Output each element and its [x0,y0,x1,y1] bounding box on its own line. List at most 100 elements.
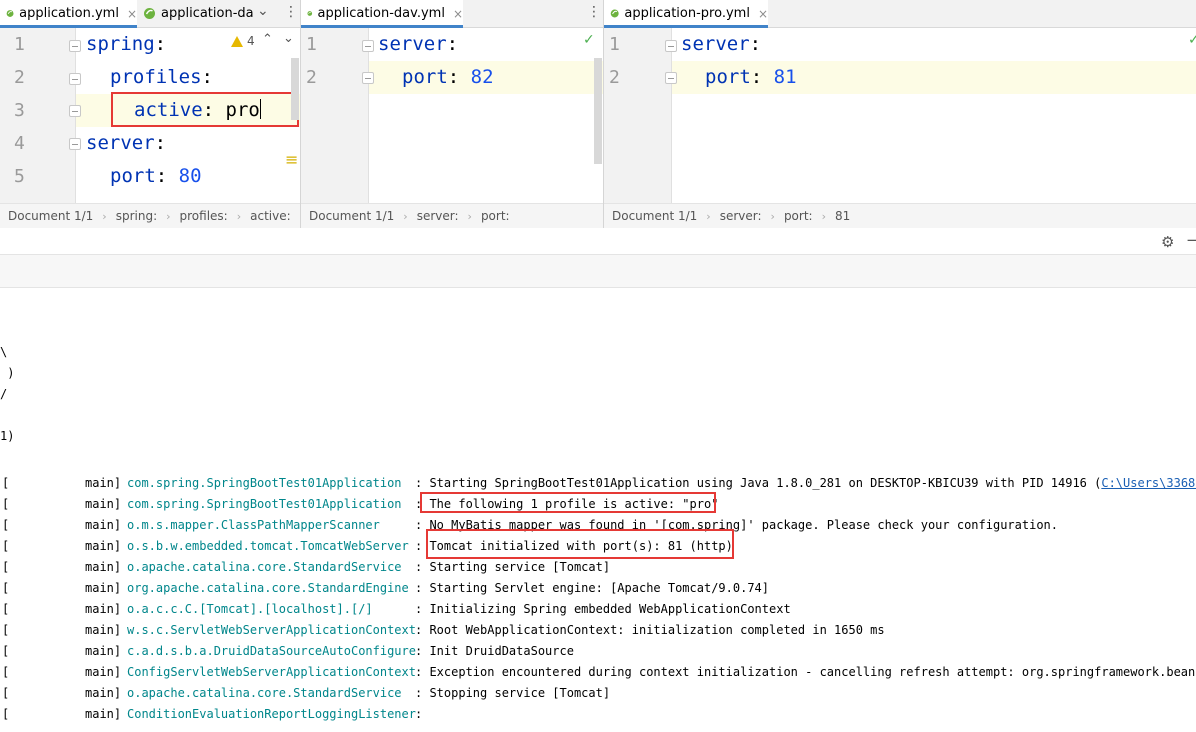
breadcrumb-item[interactable]: Document 1/1 [309,209,394,223]
log-bracket: [ [2,707,10,721]
fold-marker-icon[interactable] [665,72,677,84]
log-logger: o.s.b.w.embedded.tomcat.TomcatWebServer [127,539,409,553]
yaml-file-icon [610,9,619,18]
tab-application-pro-yml[interactable]: application-pro.yml × [604,0,768,28]
no-problems-check-icon[interactable]: ✓ [1188,32,1196,48]
fold-marker-icon[interactable] [362,72,374,84]
inspection-widget[interactable]: 4 [231,34,255,48]
breadcrumb-item[interactable]: Document 1/1 [8,209,93,223]
highlight-box-profile-active [420,492,716,513]
breadcrumb-item[interactable]: 81 [835,209,850,223]
more-options-icon[interactable]: ⋮ [284,4,298,20]
log-thread: main] [85,539,122,553]
breadcrumb-item[interactable]: spring: [116,209,157,223]
no-problems-check-icon[interactable]: ✓ [583,32,595,48]
log-logger: o.apache.catalina.core.StandardService [127,560,402,574]
log-bracket: [ [2,497,10,511]
tab-bar: application-dav.yml × ⋮ [301,0,603,28]
breadcrumb-item[interactable]: server: [720,209,762,223]
log-bracket: [ [2,518,10,532]
breadcrumb-item[interactable]: Document 1/1 [612,209,697,223]
next-highlight-icon[interactable]: ⌄ [283,31,294,46]
log-bracket: [ [2,560,10,574]
log-thread: main] [85,497,122,511]
line-number: 3 [14,100,25,121]
banner-line: / [0,387,8,401]
close-tab-icon[interactable]: × [127,7,137,21]
fold-marker-icon[interactable] [69,40,81,52]
tab-list-chevron-icon[interactable]: ⌄ [257,3,269,19]
yaml-file-icon [307,11,313,16]
highlight-box-active-profile [111,92,299,127]
run-toolbar [0,254,1196,288]
editor-pane-application: application.yml × application-da ⌄ ⋮ 1 2… [0,0,300,228]
fold-marker-icon[interactable] [69,73,81,85]
line-number: 2 [609,67,620,88]
tab-application-dav-yml[interactable]: application-dav.yml × [301,0,463,28]
log-logger: ConfigServletWebServerApplicationContext [127,665,416,679]
log-line: [ main] o.apache.catalina.core.StandardSer… [0,557,1196,578]
log-logger: o.m.s.mapper.ClassPathMapperScanner [127,518,380,532]
editor-scrollbar[interactable] [291,58,299,120]
breadcrumb-item[interactable]: port: [481,209,510,223]
more-options-icon[interactable]: ⋮ [587,4,601,20]
editor-pane-application-dav: application-dav.yml × ⋮ 1 2 server: port… [301,0,603,228]
fold-marker-icon[interactable] [69,138,81,150]
breadcrumb-item[interactable]: active: [250,209,291,223]
code-line-1: server: [378,33,459,55]
file-path-link[interactable]: C:\Users\33680\De [1101,476,1196,490]
fold-marker-icon[interactable] [665,40,677,52]
fold-marker-icon[interactable] [69,105,81,117]
log-logger: com.spring.SpringBootTest01Application [127,476,402,490]
log-bracket: [ [2,644,10,658]
tab-application-yml[interactable]: application.yml × [0,0,137,28]
code-line-2: profiles: [110,66,213,88]
log-message: : Exception encountered during context i… [415,665,1196,679]
log-thread: main] [85,560,122,574]
line-number: 1 [306,34,317,55]
log-thread: main] [85,644,122,658]
tab-bar: application.yml × application-da ⌄ ⋮ [0,0,300,28]
log-thread: main] [85,623,122,637]
line-gutter [0,28,76,203]
fold-marker-icon[interactable] [362,40,374,52]
code-editor[interactable]: 1 2 server: port: 81 ✓ [604,28,1196,203]
log-logger: c.a.d.s.b.a.DruidDataSourceAutoConfigure [127,644,416,658]
tab-label: application-da [161,6,254,21]
log-message: : Init DruidDataSource [415,644,574,658]
log-thread: main] [85,476,122,490]
log-logger: org.apache.catalina.core.StandardEngine [127,581,409,595]
banner-line: \ [0,345,8,359]
log-line: [main] ConfigServletWebServerApplicationC… [0,662,1196,683]
log-bracket: [ [2,539,10,553]
editor-scrollbar[interactable] [594,58,602,164]
breadcrumb-item[interactable]: profiles: [180,209,228,223]
close-tab-icon[interactable]: × [453,7,463,21]
previous-highlight-icon[interactable]: ⌃ [262,32,273,47]
log-message: : Starting SpringBootTest01Application u… [415,473,1196,494]
log-thread: main] [85,602,122,616]
code-line-2: port: 81 [705,66,797,88]
close-tab-icon[interactable]: × [758,7,768,21]
tab-application-dav-yml[interactable]: application-da ⌄ [137,0,277,27]
log-thread: main] [85,665,122,679]
log-line: [main] o.apache.catalina.core.StandardSer… [0,683,1196,704]
gear-icon[interactable]: ⚙ [1161,233,1174,251]
code-line-4: server: [86,132,167,154]
log-logger: com.spring.SpringBootTest01Application [127,497,402,511]
log-line: [ main] c.a.d.s.b.a.DruidDataSourceAutoCon… [0,641,1196,662]
line-number: 4 [14,133,25,154]
code-editor[interactable]: 1 2 3 4 5 spring: profiles: active: pro … [0,28,300,203]
log-logger: w.s.c.ServletWebServerApplicationContext [127,623,416,637]
log-bracket: [ [2,623,10,637]
code-editor[interactable]: 1 2 server: port: 82 ✓ [301,28,603,203]
breadcrumb-item[interactable]: port: [784,209,813,223]
console-output[interactable]: \ ) / 1) [main] com.spring.SpringBootTest… [0,287,1196,732]
log-bracket: [ [2,602,10,616]
breadcrumb-item[interactable]: server: [417,209,459,223]
tab-label: application.yml [19,6,119,21]
fold-lines-icon[interactable]: ≡ [285,150,298,169]
hide-window-icon[interactable]: − [1186,231,1196,249]
yaml-file-icon [6,10,14,17]
log-bracket: [ [2,581,10,595]
